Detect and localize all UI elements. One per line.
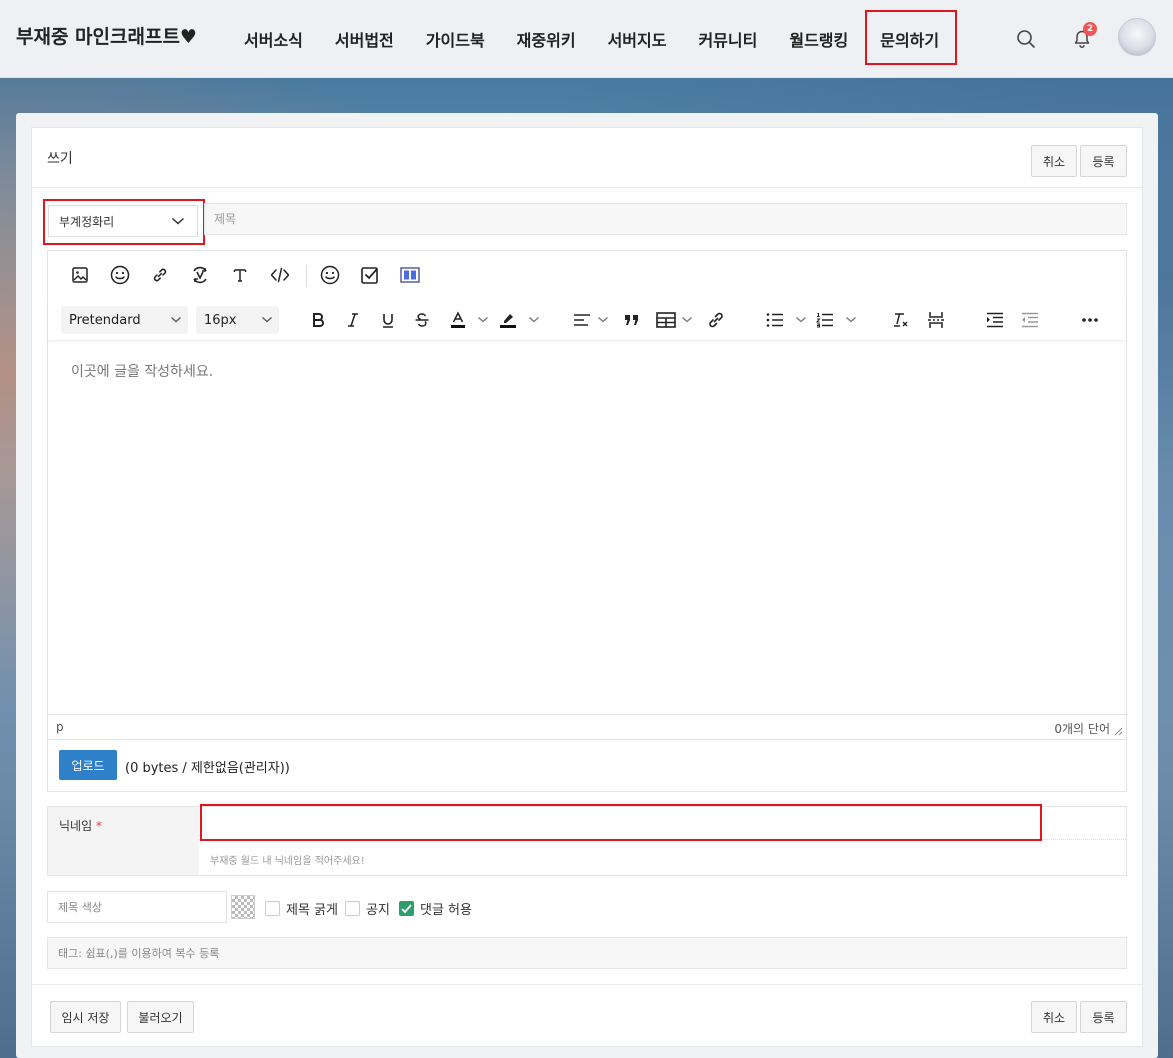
clear-format-icon[interactable] xyxy=(888,307,914,333)
notice-label: 공지 xyxy=(366,903,390,918)
category-select[interactable]: 부계정화리 xyxy=(43,199,205,245)
bold-icon[interactable] xyxy=(305,307,331,333)
checkbox-box-checked[interactable] xyxy=(399,901,414,916)
cancel-button-bottom[interactable]: 취소 xyxy=(1031,1001,1077,1033)
site-logo[interactable]: 부재중 마인크래프트♥ xyxy=(16,22,197,49)
text-color-icon[interactable] xyxy=(445,307,471,333)
chevron-down-icon[interactable] xyxy=(470,307,496,333)
title-input[interactable] xyxy=(204,203,1127,235)
nickname-input[interactable] xyxy=(199,807,1126,840)
font-size-select[interactable]: 16px xyxy=(196,306,279,334)
word-count: 0개의 단어 xyxy=(1054,722,1110,736)
footer-divider xyxy=(32,984,1142,985)
editor-statusbar: p 0개의 단어 xyxy=(48,714,1126,739)
font-family-value: Pretendard xyxy=(69,312,141,328)
font-size-value: 16px xyxy=(204,312,237,328)
nav-item-guidebook[interactable]: 가이드북 xyxy=(410,0,501,78)
write-panel: 쓰기 취소 등록 부계정화리 제목 Pretendard 16px 이곳에 글을… xyxy=(16,113,1158,1058)
highlight-color-icon[interactable] xyxy=(495,307,521,333)
resize-handle-icon[interactable] xyxy=(1114,727,1123,736)
italic-icon[interactable] xyxy=(340,307,366,333)
chevron-down-icon[interactable] xyxy=(521,307,547,333)
cancel-button-top[interactable]: 취소 xyxy=(1031,145,1077,177)
nav-item-inquiry[interactable]: 문의하기 xyxy=(864,0,958,78)
notification-badge: 2 xyxy=(1083,22,1097,36)
chevron-down-icon[interactable] xyxy=(838,307,864,333)
chevron-down-icon[interactable] xyxy=(590,307,616,333)
title-color-input[interactable] xyxy=(47,891,227,923)
bullet-list-icon[interactable] xyxy=(762,307,788,333)
editor-toolbar-primary xyxy=(48,251,1126,299)
font-family-select[interactable]: Pretendard xyxy=(61,306,188,334)
outdent-icon[interactable] xyxy=(1017,307,1043,333)
more-options-icon[interactable] xyxy=(1077,307,1103,333)
upload-button[interactable]: 업로드 xyxy=(59,750,117,780)
nav-item-community[interactable]: 커뮤니티 xyxy=(682,0,773,78)
page-break-icon[interactable] xyxy=(923,307,949,333)
strikethrough-icon[interactable] xyxy=(409,307,435,333)
check-icon xyxy=(401,903,412,913)
bold-title-checkbox[interactable]: 제목 굵게 xyxy=(265,899,338,918)
emoticon-icon[interactable] xyxy=(317,262,343,288)
allow-comments-checkbox[interactable]: 댓글 허용 xyxy=(399,899,472,918)
file-upload-area: 업로드 (0 bytes / 제한없음(관리자)) xyxy=(47,740,1127,792)
image-icon[interactable] xyxy=(67,262,93,288)
site-header: 부재중 마인크래프트♥ 서버소식 서버법전 가이드북 재중위키 서버지도 커뮤니… xyxy=(0,0,1173,78)
bold-title-label: 제목 굵게 xyxy=(286,903,338,918)
chevron-down-icon[interactable] xyxy=(674,307,700,333)
emoji-icon[interactable] xyxy=(107,262,133,288)
blockquote-icon[interactable] xyxy=(619,307,645,333)
nav-item-server-rules[interactable]: 서버법전 xyxy=(319,0,410,78)
allow-comments-label: 댓글 허용 xyxy=(420,903,472,918)
user-avatar[interactable] xyxy=(1118,18,1156,56)
bell-icon[interactable]: 2 xyxy=(1065,22,1099,56)
submit-button-top[interactable]: 등록 xyxy=(1080,145,1127,177)
underline-icon[interactable] xyxy=(375,307,401,333)
code-icon[interactable] xyxy=(267,262,293,288)
numbered-list-icon[interactable] xyxy=(812,307,838,333)
write-form: 쓰기 취소 등록 부계정화리 제목 Pretendard 16px 이곳에 글을… xyxy=(31,127,1143,1047)
rich-text-editor: Pretendard 16px 이곳에 글을 작성하세요. p 0개의 단어 xyxy=(47,250,1127,740)
link-icon[interactable] xyxy=(147,262,173,288)
category-select-value: 부계정화리 xyxy=(59,214,115,229)
temp-save-button[interactable]: 임시 저장 xyxy=(50,1001,121,1033)
link-icon[interactable] xyxy=(703,307,729,333)
submit-button-bottom[interactable]: 등록 xyxy=(1080,1001,1127,1033)
checkbox-box[interactable] xyxy=(265,901,280,916)
editor-placeholder[interactable]: 이곳에 글을 작성하세요. xyxy=(71,361,213,381)
nickname-help-text: 부재중 월드 내 닉네임을 적어주세요! xyxy=(210,856,365,867)
load-button[interactable]: 불러오기 xyxy=(127,1001,194,1033)
required-mark: * xyxy=(95,819,102,833)
nav-item-wiki[interactable]: 재중위키 xyxy=(501,0,592,78)
main-nav: 서버소식 서버법전 가이드북 재중위키 서버지도 커뮤니티 월드랭킹 문의하기 xyxy=(228,0,958,78)
layout-columns-icon[interactable] xyxy=(397,262,423,288)
nickname-label: 닉네임 * xyxy=(48,807,199,875)
notice-checkbox[interactable]: 공지 xyxy=(345,899,390,918)
indent-icon[interactable] xyxy=(982,307,1008,333)
header-divider xyxy=(32,187,1142,188)
color-picker-swatch[interactable] xyxy=(231,895,255,919)
checklist-icon[interactable] xyxy=(357,262,383,288)
checkbox-box[interactable] xyxy=(345,901,360,916)
chevron-down-icon xyxy=(171,317,181,323)
chevron-down-icon xyxy=(262,317,272,323)
nav-item-server-map[interactable]: 서버지도 xyxy=(592,0,683,78)
search-icon[interactable] xyxy=(1009,22,1043,56)
page-title: 쓰기 xyxy=(47,151,73,167)
toolbar-separator xyxy=(306,265,307,287)
nav-item-world-ranking[interactable]: 월드랭킹 xyxy=(773,0,864,78)
embed-media-icon[interactable] xyxy=(187,262,213,288)
element-path[interactable]: p xyxy=(56,720,64,734)
chevron-down-icon xyxy=(172,217,184,225)
tags-input[interactable] xyxy=(47,937,1127,969)
nickname-field-row: 닉네임 * 부재중 월드 내 닉네임을 적어주세요! xyxy=(47,804,1127,876)
nickname-label-text: 닉네임 xyxy=(59,819,93,833)
nav-item-server-news[interactable]: 서버소식 xyxy=(228,0,319,78)
chevron-down-icon[interactable] xyxy=(788,307,814,333)
editor-toolbar-formatting: Pretendard 16px xyxy=(48,299,1126,341)
text-style-icon[interactable] xyxy=(227,262,253,288)
upload-size-info: (0 bytes / 제한없음(관리자)) xyxy=(125,761,290,776)
